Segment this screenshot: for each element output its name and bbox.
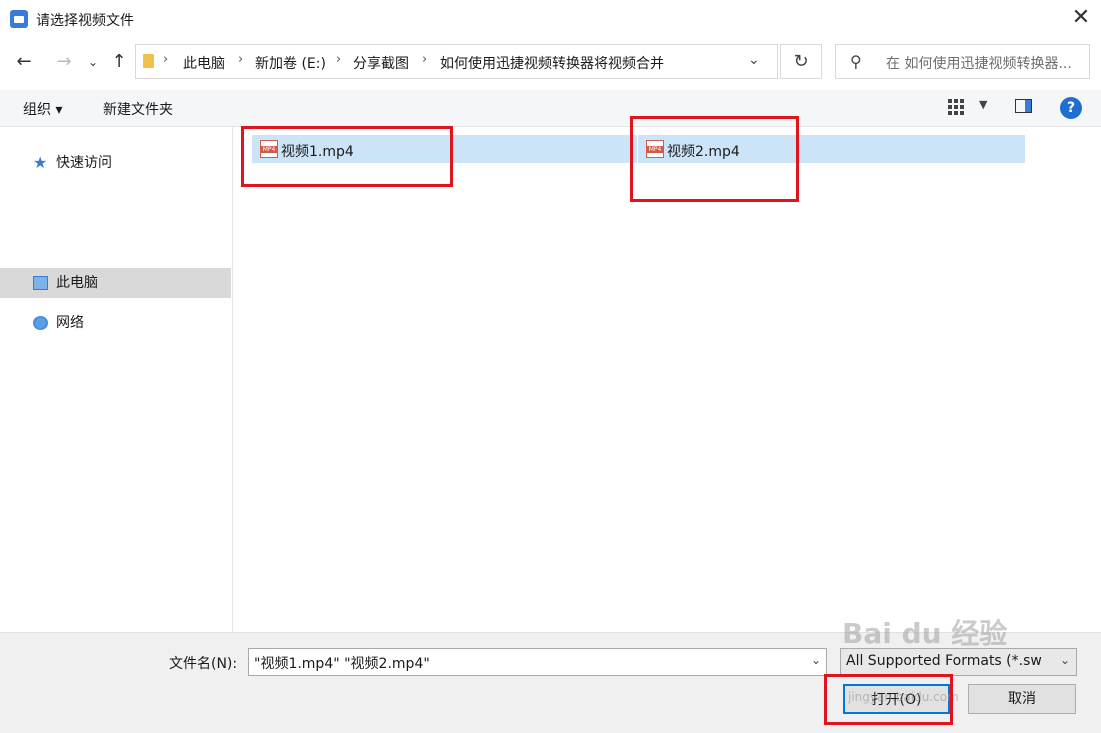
new-folder-button[interactable]: 新建文件夹	[103, 99, 173, 119]
recent-locations-chevron-icon[interactable]: ⌄	[84, 48, 102, 76]
refresh-button[interactable]: ↻	[780, 44, 822, 79]
breadcrumb-this-pc[interactable]: 此电脑	[183, 53, 225, 73]
network-icon	[33, 316, 48, 330]
breadcrumb-separator-icon[interactable]: ›	[163, 52, 168, 67]
preview-pane-icon[interactable]	[1015, 99, 1032, 113]
watermark-brand: Bai du 经验	[842, 617, 1008, 650]
app-icon	[10, 10, 28, 28]
navigation-pane	[0, 127, 233, 632]
title-bar	[0, 0, 1101, 40]
sidebar-item-label: 此电脑	[56, 275, 98, 291]
breadcrumb-separator-icon[interactable]: ›	[422, 52, 427, 67]
breadcrumb-share-screenshots[interactable]: 分享截图	[353, 53, 409, 73]
search-icon: ⚲	[850, 52, 862, 71]
filetype-value[interactable]: All Supported Formats (*.sw	[846, 653, 1058, 669]
highlight-box-file1	[241, 126, 453, 187]
help-icon[interactable]: ?	[1060, 97, 1082, 119]
close-icon[interactable]: ✕	[1068, 4, 1094, 32]
highlight-box-open	[824, 674, 953, 725]
breadcrumb-current-folder[interactable]: 如何使用迅捷视频转换器将视频合并	[440, 53, 664, 73]
view-dropdown-icon[interactable]: ▼	[979, 98, 987, 111]
sidebar-item-this-pc[interactable]: 此电脑	[0, 268, 231, 298]
breadcrumb-drive-e[interactable]: 新加卷 (E:)	[255, 53, 326, 73]
view-options-icon[interactable]	[948, 99, 964, 115]
sidebar-item-label: 快速访问	[56, 155, 112, 171]
folder-icon	[143, 54, 154, 68]
organize-menu[interactable]: 组织 ▾	[23, 99, 62, 119]
up-arrow-icon[interactable]: ↑	[108, 48, 130, 76]
filetype-dropdown-icon[interactable]: ⌄	[1060, 653, 1070, 667]
computer-icon	[33, 276, 48, 290]
star-icon: ★	[33, 153, 48, 172]
filename-value[interactable]: "视频1.mp4" "视频2.mp4"	[254, 653, 430, 673]
sidebar-item-label: 网络	[56, 315, 84, 331]
breadcrumb-separator-icon[interactable]: ›	[238, 52, 243, 67]
window-title: 请选择视频文件	[36, 13, 134, 29]
search-placeholder[interactable]: 在 如何使用迅捷视频转换器...	[886, 53, 1072, 73]
filename-dropdown-icon[interactable]: ⌄	[811, 653, 821, 667]
sidebar-item-quick-access[interactable]: ★ 快速访问	[0, 148, 231, 178]
highlight-box-file2	[630, 116, 799, 202]
address-history-chevron-icon[interactable]: ⌄	[748, 52, 760, 68]
back-arrow-icon[interactable]: ←	[12, 48, 36, 76]
cancel-button[interactable]: 取消	[968, 684, 1076, 714]
sidebar-item-network[interactable]: 网络	[0, 308, 231, 338]
breadcrumb-separator-icon[interactable]: ›	[336, 52, 341, 67]
forward-arrow-icon[interactable]: →	[52, 48, 76, 76]
filename-label: 文件名(N):	[169, 656, 238, 672]
